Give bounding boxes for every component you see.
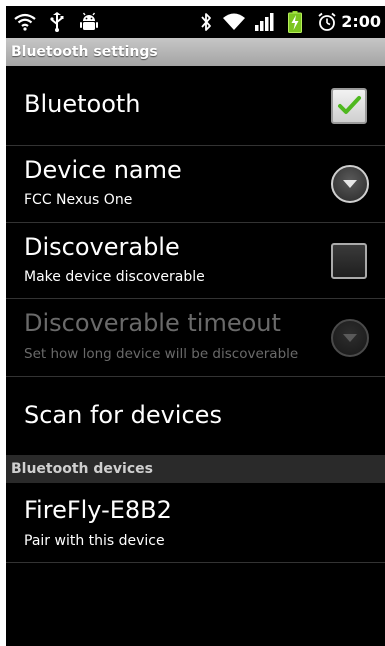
discoverable-summary: Make device discoverable	[24, 269, 205, 285]
wifi-icon	[12, 6, 38, 38]
status-bar: 2:00	[6, 6, 385, 38]
scan-for-devices-row[interactable]: Scan for devices	[6, 377, 385, 455]
discoverable-timeout-row: Discoverable timeout Set how long device…	[6, 299, 385, 377]
discoverable-timeout-summary: Set how long device will be discoverable	[24, 346, 299, 362]
bluetooth-toggle-label: Bluetooth	[24, 90, 141, 118]
page-title: Bluetooth settings	[6, 38, 385, 66]
device-pair-summary: Pair with this device	[24, 533, 165, 549]
checkmark-icon	[338, 96, 361, 114]
device-name-row[interactable]: Device name FCC Nexus One	[6, 146, 385, 223]
bluetooth-toggle-row[interactable]: Bluetooth	[6, 66, 385, 146]
discoverable-timeout-dropdown	[331, 319, 369, 357]
discoverable-checkbox[interactable]	[331, 243, 367, 279]
device-name-label: Device name	[24, 156, 182, 184]
chevron-down-icon	[343, 180, 357, 188]
scan-for-devices-label: Scan for devices	[24, 401, 222, 429]
device-name-value: FCC Nexus One	[24, 192, 133, 208]
device-name-dropdown[interactable]	[331, 165, 369, 203]
wifi-signal-icon	[221, 6, 247, 38]
chevron-down-icon	[343, 334, 357, 342]
device-name: FireFly-E8B2	[24, 496, 172, 524]
usb-icon	[48, 6, 66, 38]
alarm-icon	[316, 6, 338, 38]
discoverable-timeout-label: Discoverable timeout	[24, 309, 281, 337]
signal-icon	[253, 6, 277, 38]
battery-charging-icon	[286, 6, 304, 38]
discoverable-row[interactable]: Discoverable Make device discoverable	[6, 223, 385, 299]
discoverable-label: Discoverable	[24, 233, 180, 261]
device-list-item[interactable]: FireFly-E8B2 Pair with this device	[6, 483, 385, 563]
bluetooth-devices-header: Bluetooth devices	[6, 455, 385, 483]
status-time: 2:00	[341, 12, 381, 31]
bluetooth-checkbox[interactable]	[331, 88, 367, 124]
phone-screen: 2:00 Bluetooth settings Bluetooth Device…	[6, 6, 385, 646]
bluetooth-icon	[198, 6, 214, 38]
android-debug-icon	[78, 6, 100, 38]
